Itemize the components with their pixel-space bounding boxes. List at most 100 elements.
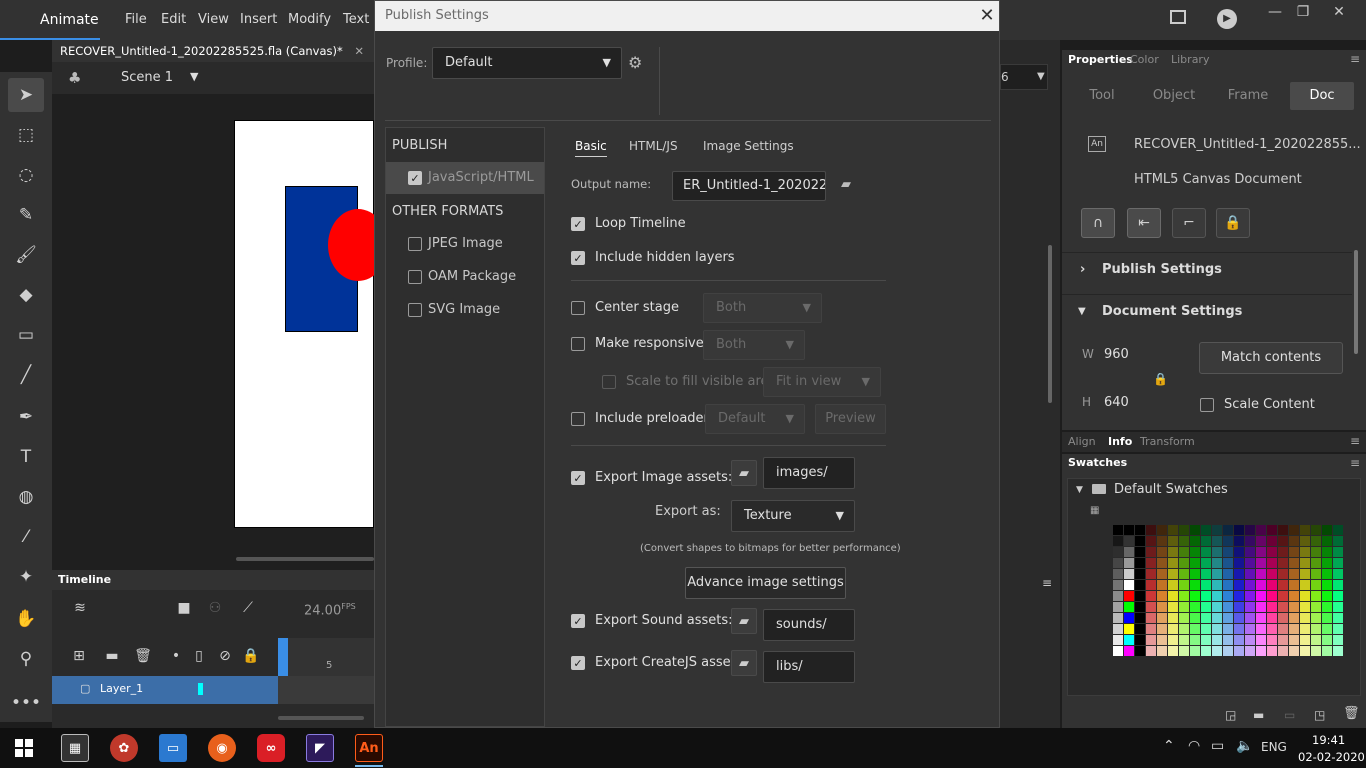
swatch-cell[interactable] xyxy=(1124,613,1134,623)
swatch-cell[interactable] xyxy=(1179,547,1189,557)
swatch-cell[interactable] xyxy=(1245,547,1255,557)
swatch-cell[interactable] xyxy=(1300,624,1310,634)
swatch-cell[interactable] xyxy=(1179,613,1189,623)
swatch-cell[interactable] xyxy=(1113,558,1123,568)
swatch-cell[interactable] xyxy=(1289,635,1299,645)
animate-taskbar-icon[interactable]: An xyxy=(355,734,383,762)
swatch-cell[interactable] xyxy=(1168,613,1178,623)
zoom-tool-icon[interactable]: ⚲ xyxy=(8,642,44,676)
frame-ruler[interactable]: 5 xyxy=(278,638,374,676)
timeline-menu-icon[interactable]: ≡ xyxy=(1042,576,1052,590)
swatch-cell[interactable] xyxy=(1322,569,1332,579)
swatch-cell[interactable] xyxy=(1179,569,1189,579)
swatch-cell[interactable] xyxy=(1113,635,1123,645)
swatch-cell[interactable] xyxy=(1190,569,1200,579)
tab-doc[interactable]: Doc xyxy=(1290,82,1354,110)
match-contents-button[interactable]: Match contents xyxy=(1199,342,1343,374)
graph-icon[interactable]: ⟋ xyxy=(238,598,258,618)
swatch-cell[interactable] xyxy=(1223,536,1233,546)
swatch-cell[interactable] xyxy=(1333,646,1343,656)
tab-align[interactable]: Align xyxy=(1068,432,1096,452)
workspace-icon[interactable] xyxy=(1170,10,1186,24)
swatch-cell[interactable] xyxy=(1157,624,1167,634)
highlight-icon[interactable]: • xyxy=(166,646,186,666)
publish-settings-section[interactable]: › Publish Settings xyxy=(1062,252,1352,286)
swatch-cell[interactable] xyxy=(1234,591,1244,601)
swatch-cell[interactable] xyxy=(1267,580,1277,590)
swatch-cell[interactable] xyxy=(1157,525,1167,535)
scale-to-fill-dropdown[interactable]: Fit in view ▼ xyxy=(763,367,881,397)
swatch-grid[interactable] xyxy=(1113,525,1345,657)
swatch-cell[interactable] xyxy=(1146,602,1156,612)
swatch-cell[interactable] xyxy=(1135,536,1145,546)
menu-file[interactable]: File xyxy=(125,0,147,40)
swatch-cell[interactable] xyxy=(1278,525,1288,535)
swatch-cell[interactable] xyxy=(1333,525,1343,535)
swatch-cell[interactable] xyxy=(1267,635,1277,645)
brush-tool-icon[interactable]: ✎ xyxy=(8,198,44,232)
jpeg-image-checkbox[interactable] xyxy=(408,237,422,251)
swatch-cell[interactable] xyxy=(1311,591,1321,601)
swatch-cell[interactable] xyxy=(1300,558,1310,568)
swatch-cell[interactable] xyxy=(1289,547,1299,557)
swatch-link-icon[interactable]: ▭ xyxy=(1284,708,1295,722)
tab-image-settings[interactable]: Image Settings xyxy=(703,139,794,157)
dialog-close-icon[interactable]: ✕ xyxy=(975,1,999,31)
swatch-cell[interactable] xyxy=(1212,558,1222,568)
close-window-icon[interactable]: ✕ xyxy=(1324,0,1354,26)
swatch-cell[interactable] xyxy=(1135,613,1145,623)
swatch-cell[interactable] xyxy=(1322,558,1332,568)
lock-guides-icon[interactable]: 🔒 xyxy=(1216,208,1250,238)
swatch-cell[interactable] xyxy=(1201,525,1211,535)
swatch-cell[interactable] xyxy=(1190,580,1200,590)
profile-gear-icon[interactable]: ⚙ xyxy=(628,53,642,72)
swatch-cell[interactable] xyxy=(1333,624,1343,634)
scene-dropdown-icon[interactable]: ▼ xyxy=(190,70,198,83)
swatch-cell[interactable] xyxy=(1190,591,1200,601)
swatch-cell[interactable] xyxy=(1223,591,1233,601)
swatch-cell[interactable] xyxy=(1311,569,1321,579)
swatch-cell[interactable] xyxy=(1289,613,1299,623)
swatch-folder-icon[interactable]: ▬ xyxy=(1253,708,1264,722)
swatch-cell[interactable] xyxy=(1322,613,1332,623)
swatch-cell[interactable] xyxy=(1124,525,1134,535)
swatch-cell[interactable] xyxy=(1311,580,1321,590)
stage-canvas[interactable] xyxy=(234,120,388,528)
swatch-cell[interactable] xyxy=(1168,624,1178,634)
swatch-cell[interactable] xyxy=(1289,558,1299,568)
test-movie-icon[interactable]: ▶ xyxy=(1217,9,1237,29)
wifi-icon[interactable]: ◠ xyxy=(1188,738,1200,754)
swatch-cell[interactable] xyxy=(1300,602,1310,612)
menu-text[interactable]: Text xyxy=(343,0,369,40)
swatch-cell[interactable] xyxy=(1333,591,1343,601)
swatch-cell[interactable] xyxy=(1322,580,1332,590)
swatch-cell[interactable] xyxy=(1190,525,1200,535)
free-transform-tool-icon[interactable]: ⬚ xyxy=(8,118,44,152)
preview-button[interactable]: Preview xyxy=(815,404,886,434)
tab-color[interactable]: Color xyxy=(1130,50,1159,70)
swatch-cell[interactable] xyxy=(1300,580,1310,590)
more-tools-icon[interactable]: ••• xyxy=(8,686,44,720)
center-stage-checkbox[interactable] xyxy=(571,301,585,315)
swatch-cell[interactable] xyxy=(1245,558,1255,568)
minimize-icon[interactable]: — xyxy=(1260,0,1290,26)
tab-object[interactable]: Object xyxy=(1146,82,1202,110)
swatch-cell[interactable] xyxy=(1267,613,1277,623)
paint-app-icon[interactable]: ✿ xyxy=(110,734,138,762)
pin-tool-icon[interactable]: ✦ xyxy=(8,560,44,594)
swatch-cell[interactable] xyxy=(1201,536,1211,546)
link-dimensions-icon[interactable]: 🔒 xyxy=(1153,372,1168,386)
swatch-cell[interactable] xyxy=(1168,591,1178,601)
tray-overflow-icon[interactable]: ⌃ xyxy=(1163,738,1175,754)
swatch-cell[interactable] xyxy=(1256,558,1266,568)
properties-scrollbar[interactable] xyxy=(1354,250,1358,354)
export-as-dropdown[interactable]: Texture ▼ xyxy=(731,500,855,532)
new-layer-icon[interactable]: ⊞ xyxy=(69,646,89,666)
swatch-cell[interactable] xyxy=(1113,613,1123,623)
swatch-cell[interactable] xyxy=(1223,646,1233,656)
swatch-cell[interactable] xyxy=(1190,558,1200,568)
align-icon[interactable]: ⇤ xyxy=(1127,208,1161,238)
zoom-field[interactable]: 6 ▼ xyxy=(1000,64,1048,90)
export-image-assets-checkbox[interactable] xyxy=(571,471,585,485)
ruler-icon[interactable]: ⌐ xyxy=(1172,208,1206,238)
